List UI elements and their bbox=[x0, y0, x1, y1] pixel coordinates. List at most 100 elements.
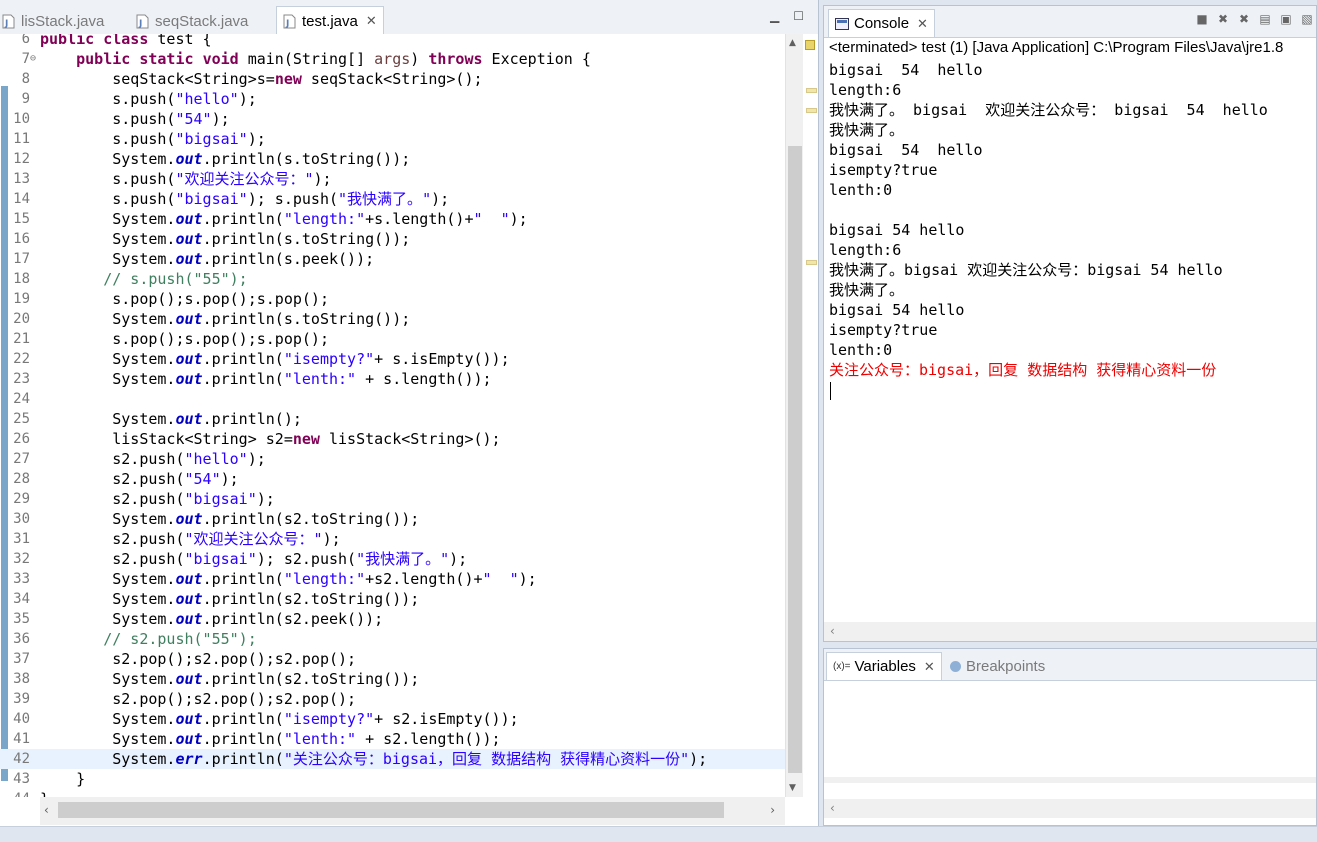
code-text: s.push("bigsai"); bbox=[40, 130, 266, 148]
code-line[interactable]: 30 System.out.println(s2.toString()); bbox=[0, 509, 785, 529]
code-line[interactable]: 22 System.out.println("isempty?"+ s.isEm… bbox=[0, 349, 785, 369]
scrollbar-thumb[interactable] bbox=[788, 146, 802, 773]
code-line[interactable]: 31 s2.push("欢迎关注公众号："); bbox=[0, 529, 785, 549]
code-line[interactable]: 20 System.out.println(s.toString()); bbox=[0, 309, 785, 329]
bottom-panel-strip bbox=[0, 826, 1317, 842]
tab-breakpoints[interactable]: Breakpoints bbox=[944, 652, 1051, 680]
code-line[interactable]: 16 System.out.println(s.toString()); bbox=[0, 229, 785, 249]
line-number: 9 bbox=[21, 91, 30, 107]
code-line[interactable]: 38 System.out.println(s2.toString()); bbox=[0, 669, 785, 689]
code-line[interactable]: 15 System.out.println("length:"+s.length… bbox=[0, 209, 785, 229]
code-line[interactable]: 40 System.out.println("isempty?"+ s2.isE… bbox=[0, 709, 785, 729]
scroll-right-icon[interactable]: › bbox=[770, 803, 775, 817]
code-line[interactable]: 23 System.out.println("lenth:" + s.lengt… bbox=[0, 369, 785, 389]
code-line[interactable]: 6 public class test { bbox=[0, 34, 785, 49]
scroll-left-icon[interactable]: ‹ bbox=[44, 803, 49, 817]
code-line[interactable]: 10 s.push("54"); bbox=[0, 109, 785, 129]
tab-seqstack-java[interactable]: J seqStack.java bbox=[136, 8, 248, 34]
code-line[interactable]: 44} bbox=[0, 789, 785, 797]
code-line[interactable]: 29 s2.push("bigsai"); bbox=[0, 489, 785, 509]
maximize-icon[interactable]: ☐ bbox=[793, 9, 804, 23]
scroll-lock-icon[interactable]: ▣ bbox=[1279, 12, 1293, 26]
code-line[interactable]: 8 seqStack<String>s=new seqStack<String>… bbox=[0, 69, 785, 89]
scroll-left-icon[interactable]: ‹ bbox=[830, 801, 835, 815]
code-line[interactable]: 37 s2.pop();s2.pop();s2.pop(); bbox=[0, 649, 785, 669]
code-line[interactable]: 18 // s.push("55"); bbox=[0, 269, 785, 289]
close-icon[interactable]: ✕ bbox=[917, 16, 928, 32]
pin-console-icon[interactable]: ▧ bbox=[1300, 12, 1314, 26]
code-line[interactable]: 19 s.pop();s.pop();s.pop(); bbox=[0, 289, 785, 309]
tab-console[interactable]: Console ✕ bbox=[828, 9, 935, 37]
code-text-area[interactable]: 6 public class test {7 ⊖ public static voi… bbox=[0, 34, 785, 797]
remove-launch-icon[interactable]: ✖ bbox=[1216, 12, 1230, 26]
scroll-up-icon[interactable]: ▲ bbox=[789, 38, 796, 48]
clear-console-icon[interactable]: ▤ bbox=[1258, 12, 1272, 26]
fold-collapse-icon[interactable]: ⊖ bbox=[30, 49, 36, 69]
tab-lisstack-java[interactable]: J lisStack.java bbox=[2, 8, 104, 34]
code-line[interactable]: 14 s.push("bigsai"); s.push("我快满了。"); bbox=[0, 189, 785, 209]
overview-warning-mark[interactable] bbox=[806, 88, 817, 93]
code-line[interactable]: 21 s.pop();s.pop();s.pop(); bbox=[0, 329, 785, 349]
code-text: s2.push("bigsai"); s2.push("我快满了。"); bbox=[40, 550, 468, 568]
code-line[interactable]: 42 System.err.println("关注公众号：bigsai，回复 数… bbox=[0, 749, 785, 769]
line-number: 15 bbox=[13, 211, 30, 227]
code-line[interactable]: 35 System.out.println(s2.peek()); bbox=[0, 609, 785, 629]
line-number: 18 bbox=[13, 271, 30, 287]
process-status: <terminated> test (1) [Java Application]… bbox=[829, 39, 1284, 56]
code-line[interactable]: 43 } bbox=[0, 769, 785, 789]
code-text: System.out.println("length:"+s2.length()… bbox=[40, 570, 537, 588]
code-line[interactable]: 24 bbox=[0, 389, 785, 409]
overview-warning-mark[interactable] bbox=[806, 108, 817, 113]
code-text: System.out.println("lenth:" + s2.length(… bbox=[40, 730, 501, 748]
svg-text:J: J bbox=[285, 19, 289, 29]
close-icon[interactable]: ✕ bbox=[924, 659, 935, 675]
remove-all-terminated-icon[interactable]: ✖ bbox=[1237, 12, 1251, 26]
console-output-line: bigsai 54 hello bbox=[829, 221, 965, 239]
code-text: public static void main(String[] args) t… bbox=[76, 50, 591, 68]
code-text: s.pop();s.pop();s.pop(); bbox=[40, 290, 329, 308]
code-line[interactable]: 34 System.out.println(s2.toString()); bbox=[0, 589, 785, 609]
scroll-down-icon[interactable]: ▼ bbox=[789, 783, 796, 793]
console-output-line: bigsai 54 hello bbox=[829, 61, 983, 79]
minimize-icon[interactable]: ▁ bbox=[770, 9, 779, 23]
terminate-icon[interactable]: ■ bbox=[1195, 12, 1209, 26]
svg-text:J: J bbox=[138, 19, 142, 29]
code-line[interactable]: 26 lisStack<String> s2=new lisStack<Stri… bbox=[0, 429, 785, 449]
code-line[interactable]: 11 s.push("bigsai"); bbox=[0, 129, 785, 149]
code-line[interactable]: 7 ⊖ public static void main(String[] args… bbox=[0, 49, 785, 69]
line-number: 16 bbox=[13, 231, 30, 247]
code-text: s.pop();s.pop();s.pop(); bbox=[40, 330, 329, 348]
code-line[interactable]: 9 s.push("hello"); bbox=[0, 89, 785, 109]
code-line[interactable]: 32 s2.push("bigsai"); s2.push("我快满了。"); bbox=[0, 549, 785, 569]
code-line[interactable]: 25 System.out.println(); bbox=[0, 409, 785, 429]
tab-variables[interactable]: (x)= Variables ✕ bbox=[826, 652, 942, 680]
code-text: s2.pop();s2.pop();s2.pop(); bbox=[40, 650, 357, 668]
close-icon[interactable]: ✕ bbox=[366, 13, 377, 29]
scroll-left-icon[interactable]: ‹ bbox=[830, 624, 835, 638]
code-text: s.push("bigsai"); s.push("我快满了。"); bbox=[40, 190, 450, 208]
code-line[interactable]: 12 System.out.println(s.toString()); bbox=[0, 149, 785, 169]
line-number: 20 bbox=[13, 311, 30, 327]
tab-test-java[interactable]: J test.java ✕ bbox=[276, 6, 384, 35]
code-line[interactable]: 13 s.push("欢迎关注公众号："); bbox=[0, 169, 785, 189]
line-number: 12 bbox=[13, 151, 30, 167]
code-text: s2.push("54"); bbox=[40, 470, 239, 488]
code-line[interactable]: 33 System.out.println("length:"+s2.lengt… bbox=[0, 569, 785, 589]
tab-label: test.java bbox=[302, 12, 358, 30]
editor-horizontal-scrollbar[interactable]: ‹ › bbox=[40, 797, 785, 825]
code-line[interactable]: 41 System.out.println("lenth:" + s2.leng… bbox=[0, 729, 785, 749]
code-line[interactable]: 39 s2.pop();s2.pop();s2.pop(); bbox=[0, 689, 785, 709]
code-line[interactable]: 27 s2.push("hello"); bbox=[0, 449, 785, 469]
variables-horizontal-scrollbar[interactable]: ‹ bbox=[824, 799, 1316, 818]
editor-vertical-scrollbar[interactable]: ▲ ▼ bbox=[785, 34, 804, 797]
line-number: 34 bbox=[13, 591, 30, 607]
code-line[interactable]: 17 System.out.println(s.peek()); bbox=[0, 249, 785, 269]
line-number: 26 bbox=[13, 431, 30, 447]
code-line[interactable]: 36 // s2.push("55"); bbox=[0, 629, 785, 649]
scrollbar-thumb[interactable] bbox=[58, 802, 724, 818]
console-horizontal-scrollbar[interactable]: ‹ bbox=[824, 622, 1316, 641]
code-line[interactable]: 28 s2.push("54"); bbox=[0, 469, 785, 489]
warning-summary-icon[interactable] bbox=[805, 40, 815, 50]
code-text: public class test { bbox=[40, 34, 212, 48]
overview-warning-mark[interactable] bbox=[806, 260, 817, 265]
